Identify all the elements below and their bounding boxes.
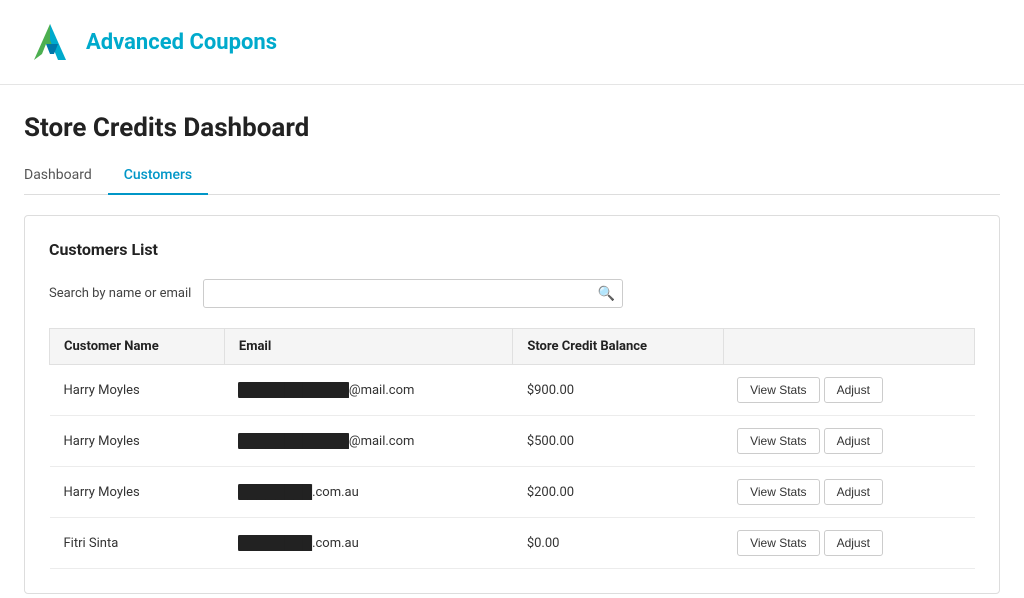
search-input[interactable] [203,279,623,308]
cell-actions: View StatsAdjust [723,467,974,518]
cell-customer-name: Harry Moyles [50,365,225,416]
tab-customers[interactable]: Customers [108,159,208,195]
cell-actions: View StatsAdjust [723,365,974,416]
search-wrapper: 🔍 [203,279,623,308]
adjust-button[interactable]: Adjust [824,530,883,556]
search-label: Search by name or email [49,286,191,301]
col-email: Email [224,329,512,365]
cell-balance: $0.00 [513,518,723,569]
col-customer-name: Customer Name [50,329,225,365]
col-actions [723,329,974,365]
email-redacted: ████████████ [238,433,349,449]
card-title: Customers List [49,240,975,259]
email-suffix: .com.au [312,536,359,551]
view-stats-button[interactable]: View Stats [737,377,819,403]
table-header-row: Customer Name Email Store Credit Balance [50,329,975,365]
email-redacted: ████████ [238,535,312,551]
adjust-button[interactable]: Adjust [824,377,883,403]
view-stats-button[interactable]: View Stats [737,530,819,556]
cell-actions: View StatsAdjust [723,518,974,569]
cell-email: ████████████@mail.com [224,416,512,467]
cell-balance: $900.00 [513,365,723,416]
cell-balance: $200.00 [513,467,723,518]
tabs: Dashboard Customers [24,159,1000,195]
table-row: Harry Moyles████████████@mail.com$500.00… [50,416,975,467]
logo: Advanced Coupons [24,16,277,68]
email-suffix: .com.au [312,485,359,500]
email-redacted: ████████████ [238,382,349,398]
page-title: Store Credits Dashboard [24,113,1000,143]
customers-table: Customer Name Email Store Credit Balance… [49,328,975,569]
cell-email: ████████.com.au [224,518,512,569]
email-suffix: @mail.com [349,383,415,398]
table-row: Harry Moyles████████.com.au$200.00View S… [50,467,975,518]
adjust-button[interactable]: Adjust [824,428,883,454]
cell-email: ████████.com.au [224,467,512,518]
email-suffix: @mail.com [349,434,415,449]
brand-name: Advanced Coupons [86,30,277,55]
customers-card: Customers List Search by name or email 🔍… [24,215,1000,594]
search-row: Search by name or email 🔍 [49,279,975,308]
logo-icon [24,16,76,68]
col-balance: Store Credit Balance [513,329,723,365]
cell-customer-name: Harry Moyles [50,467,225,518]
cell-customer-name: Fitri Sinta [50,518,225,569]
table-row: Fitri Sinta████████.com.au$0.00View Stat… [50,518,975,569]
cell-customer-name: Harry Moyles [50,416,225,467]
view-stats-button[interactable]: View Stats [737,479,819,505]
view-stats-button[interactable]: View Stats [737,428,819,454]
cell-balance: $500.00 [513,416,723,467]
header: Advanced Coupons [0,0,1024,85]
cell-email: ████████████@mail.com [224,365,512,416]
email-redacted: ████████ [238,484,312,500]
tab-dashboard[interactable]: Dashboard [24,159,108,195]
cell-actions: View StatsAdjust [723,416,974,467]
adjust-button[interactable]: Adjust [824,479,883,505]
page-content: Store Credits Dashboard Dashboard Custom… [0,85,1024,594]
table-row: Harry Moyles████████████@mail.com$900.00… [50,365,975,416]
